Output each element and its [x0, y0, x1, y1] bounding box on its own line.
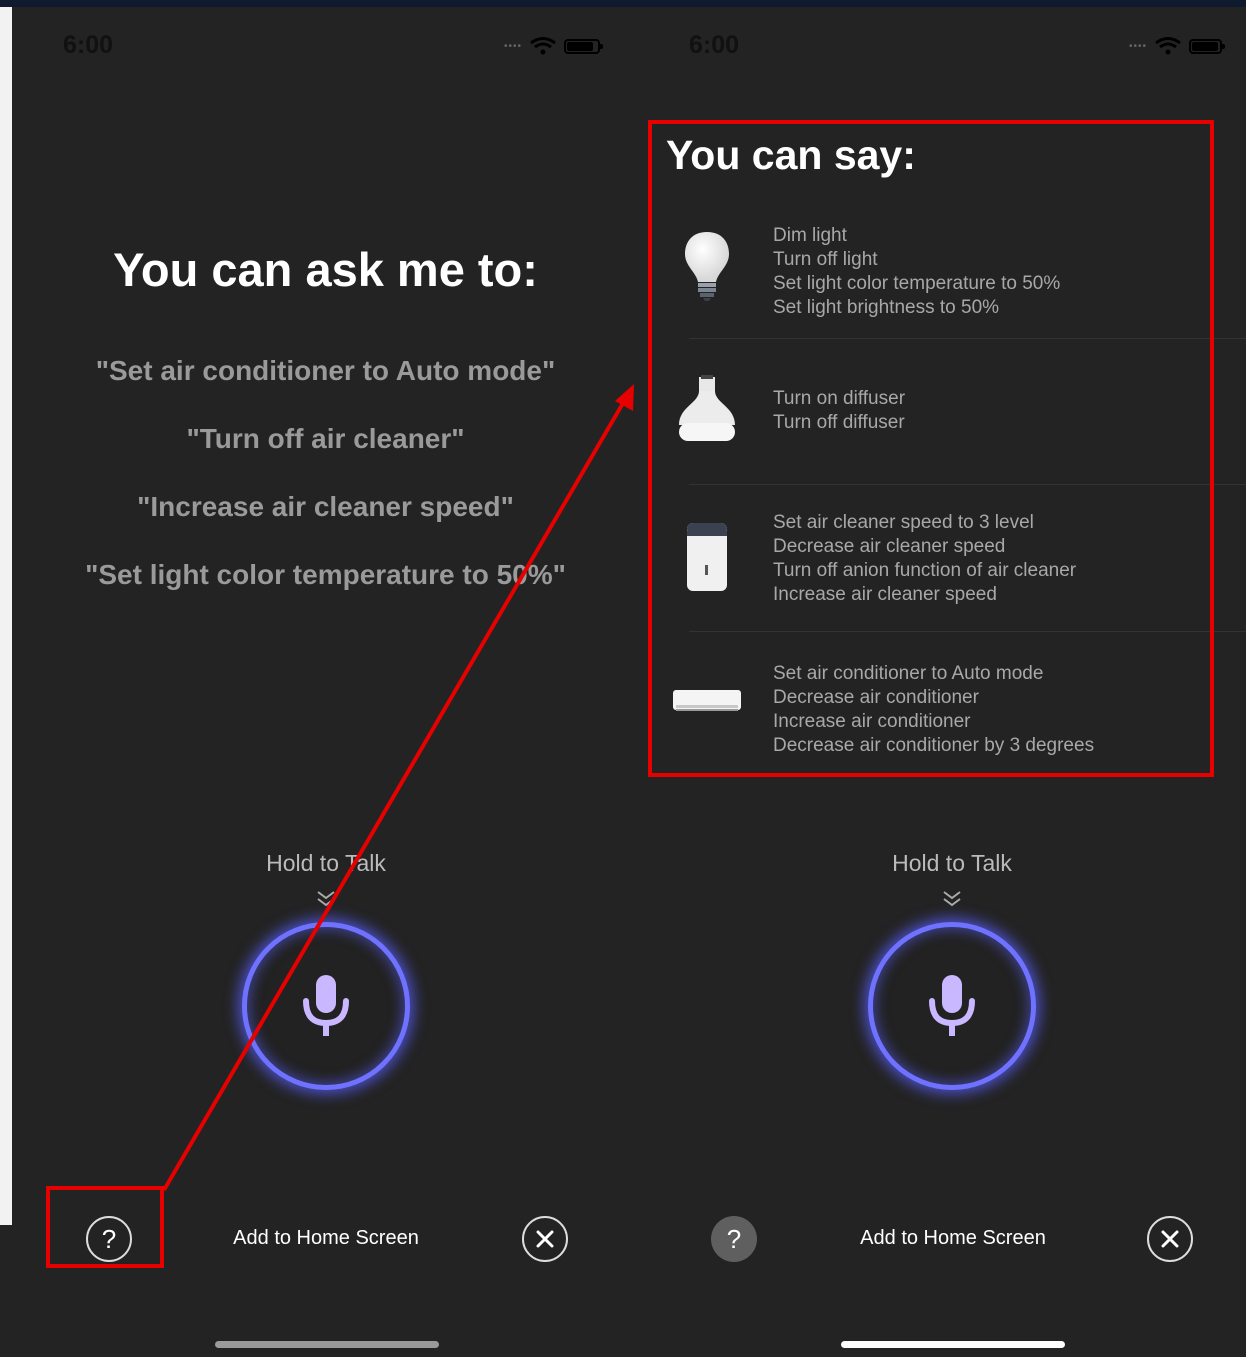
annotation-arrow — [162, 384, 634, 1192]
